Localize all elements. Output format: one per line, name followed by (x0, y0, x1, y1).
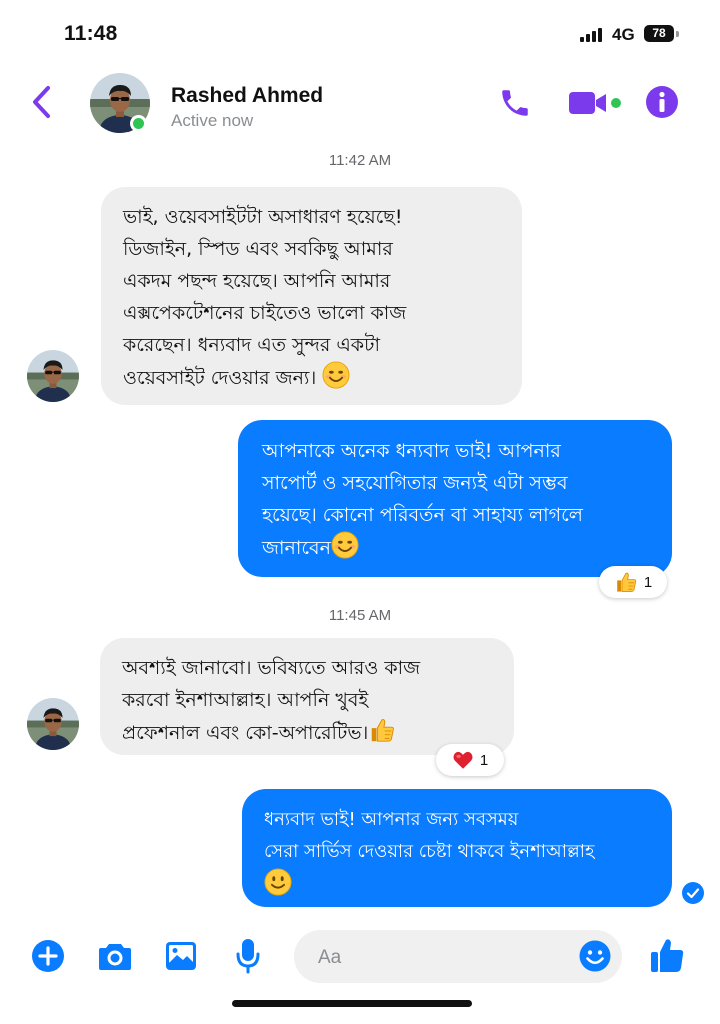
message-line: ওয়েবসাইট দেওয়ার জন্য। (123, 367, 317, 389)
message-reaction[interactable]: 1 (436, 744, 504, 776)
reaction-count: 1 (643, 573, 653, 591)
home-indicator (232, 1000, 472, 1007)
emoji-picker-icon[interactable] (578, 939, 612, 977)
sender-avatar[interactable] (27, 350, 79, 402)
camera-icon[interactable] (98, 941, 132, 975)
message-line: ডিজাইন, স্পিড এবং সবকিছু আমার (123, 238, 393, 260)
outgoing-message[interactable]: ধন্যবাদ ভাই! আপনার জন্য সবসময় সেরা সার্… (242, 789, 672, 907)
info-icon[interactable] (645, 85, 679, 123)
message-line: একদম পছন্দ হয়েছে। আপনি আমার (123, 270, 391, 292)
photo-gallery-icon[interactable] (165, 941, 197, 975)
thumbs-up-emoji-icon (614, 570, 638, 594)
message-timestamp: 11:45 AM (328, 607, 392, 624)
message-input[interactable] (316, 930, 570, 985)
message-line: হয়েছে। কোনো পরিবর্তন বা সাহায্য লাগলে (262, 504, 583, 526)
battery-icon: 78 (644, 25, 674, 42)
seen-check-icon (682, 882, 704, 904)
red-heart-emoji-icon (452, 749, 474, 771)
smiling-face-emoji-icon (331, 531, 359, 559)
contact-status: Active now (171, 111, 254, 130)
reaction-count: 1 (479, 751, 489, 769)
message-line: আপনাকে অনেক ধন্যবাদ ভাই! আপনার (262, 440, 561, 462)
online-status-dot (130, 115, 147, 132)
battery-tip (676, 31, 679, 37)
video-call-icon[interactable] (568, 88, 624, 122)
status-time: 11:48 (64, 22, 118, 45)
message-line: ধন্যবাদ ভাই! আপনার জন্য সবসময় (264, 809, 519, 830)
phone-call-icon[interactable] (498, 86, 532, 124)
message-line: ভাই, ওয়েবসাইটটা অসাধারণ হয়েছে! (123, 206, 403, 228)
message-timestamp: 11:42 AM (328, 152, 392, 169)
message-line: অবশ্যই জানাবো। ভবিষ্যতে আরও কাজ (122, 657, 421, 679)
message-line: সেরা সার্ভিস দেওয়ার চেষ্টা থাকবে ইনশাআল… (264, 841, 595, 862)
back-chevron-icon[interactable] (28, 84, 58, 120)
message-line: প্রফেশনাল এবং কো-অপারেটিভ। (122, 722, 369, 744)
add-plus-icon[interactable] (31, 939, 65, 977)
message-line: করবো ইনশাআল্লাহ। আপনি খুবই (122, 689, 369, 711)
contact-name[interactable]: Rashed Ahmed (171, 84, 323, 108)
slightly-smiling-face-emoji-icon (264, 868, 292, 896)
message-line: এক্সপেকটেশনের চাইতেও ভালো কাজ (123, 302, 407, 324)
like-thumbs-up-icon[interactable] (649, 936, 685, 978)
sender-avatar[interactable] (27, 698, 79, 750)
incoming-message[interactable]: ভাই, ওয়েবসাইটটা অসাধারণ হয়েছে! ডিজাইন,… (101, 187, 522, 405)
outgoing-message[interactable]: আপনাকে অনেক ধন্যবাদ ভাই! আপনার সাপোর্ট ও… (238, 420, 672, 577)
thumbs-up-emoji-icon (368, 716, 396, 744)
message-line: করেছেন। ধন্যবাদ এত সুন্দর একটা (123, 334, 380, 356)
smiling-face-emoji-icon (322, 361, 350, 389)
message-composer[interactable] (294, 930, 622, 985)
network-type: 4G (612, 25, 635, 44)
message-reaction[interactable]: 1 (599, 566, 667, 598)
incoming-message[interactable]: অবশ্যই জানাবো। ভবিষ্যতে আরও কাজ করবো ইনশ… (100, 638, 514, 755)
cellular-signal-icon (580, 28, 602, 42)
microphone-icon[interactable] (236, 938, 260, 978)
message-line: জানাবেন (262, 537, 331, 559)
message-line: সাপোর্ট ও সহযোগিতার জন্যই এটা সম্ভব (262, 472, 568, 494)
